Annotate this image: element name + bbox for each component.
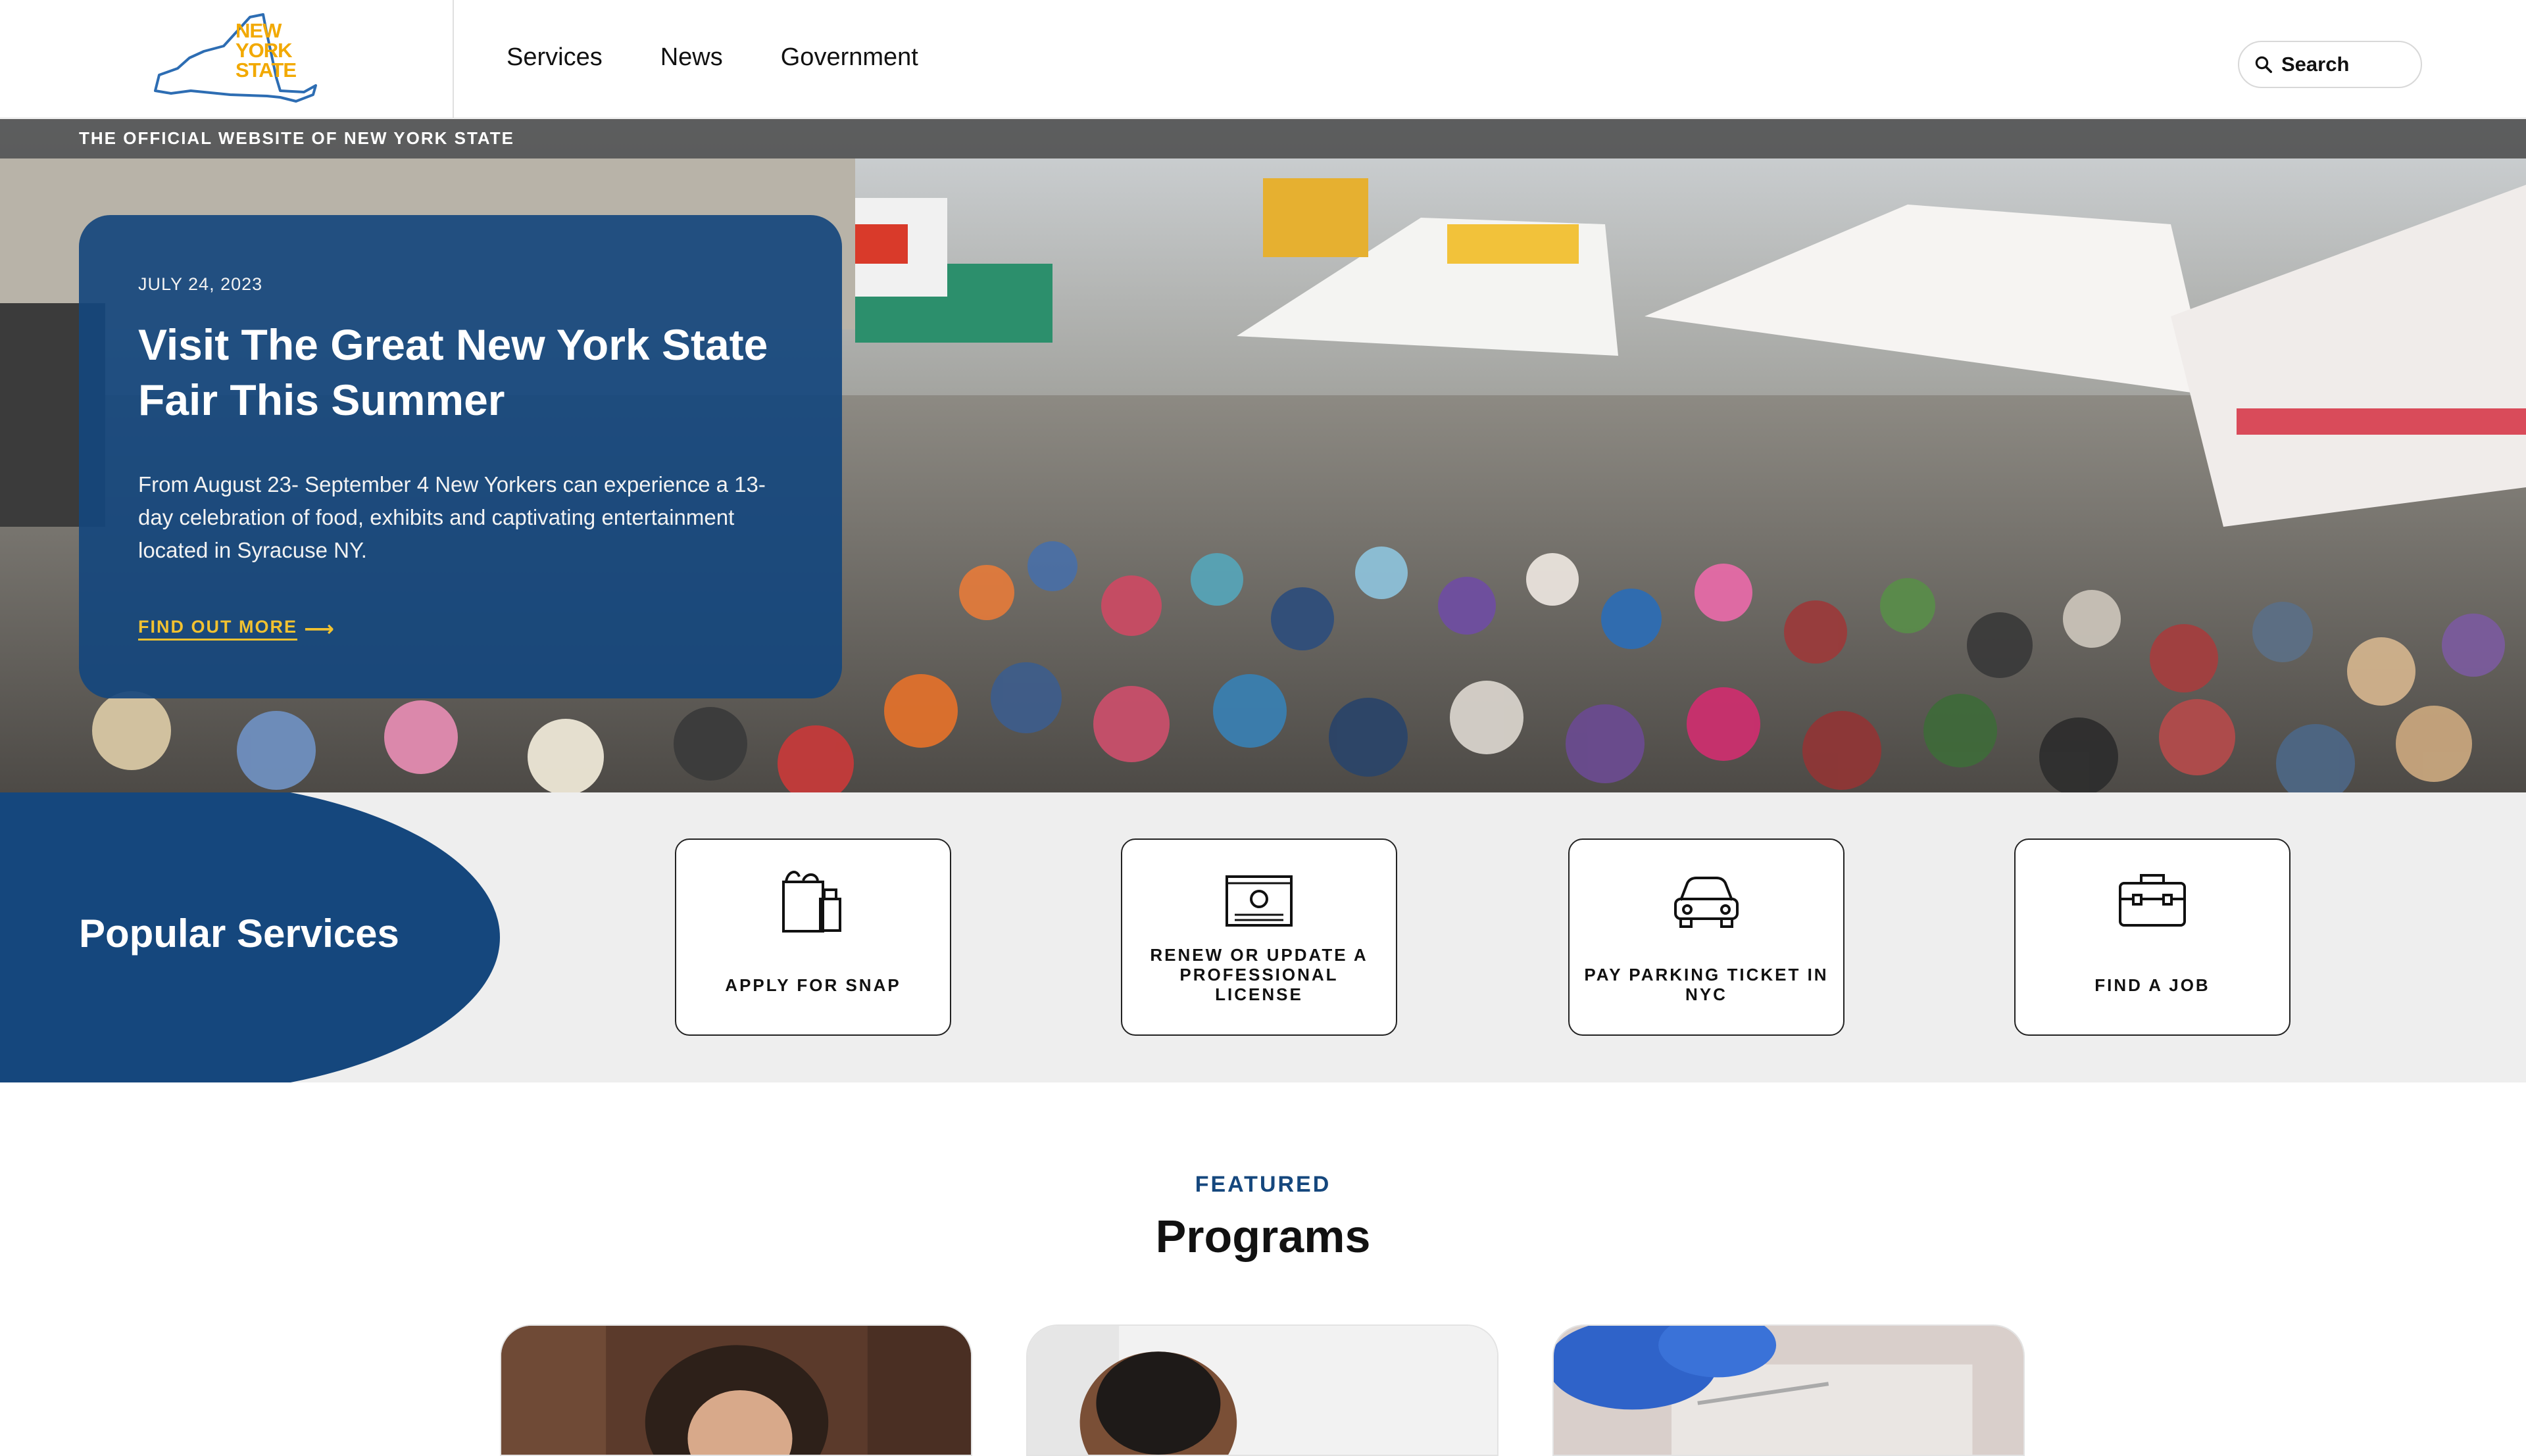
popular-services: Popular Services APPLY FOR SNAP RENEW OR… — [0, 792, 2526, 1082]
featured-eyebrow: FEATURED — [1195, 1172, 1331, 1197]
briefcase-icon — [2119, 874, 2186, 927]
logo-word-state: STATE — [235, 59, 297, 82]
service-label: RENEW OR UPDATE A PROFESSIONAL LICENSE — [1150, 945, 1368, 1004]
search-button[interactable]: Search — [2238, 41, 2422, 88]
program-card-services[interactable] — [1026, 1324, 1498, 1456]
hero-feature-card: JULY 24, 2023 Visit The Great New York S… — [79, 215, 842, 698]
service-renew-license[interactable]: RENEW OR UPDATE A PROFESSIONAL LICENSE — [1121, 838, 1397, 1036]
nav-news[interactable]: News — [660, 43, 723, 72]
service-pay-parking-ticket[interactable]: PAY PARKING TICKET IN NYC — [1568, 838, 1845, 1036]
popular-services-title: Popular Services — [79, 911, 399, 956]
service-label: APPLY FOR SNAP — [725, 975, 901, 995]
find-out-more-label: FIND OUT MORE — [138, 617, 297, 641]
main-nav: Services News Government — [507, 43, 918, 72]
program-card-testing[interactable] — [1552, 1324, 2025, 1456]
service-find-a-job[interactable]: FIND A JOB — [2014, 838, 2291, 1036]
official-website-text: THE OFFICIAL WEBSITE OF NEW YORK STATE — [79, 128, 514, 148]
service-label: PAY PARKING TICKET IN NYC — [1584, 965, 1829, 1004]
program-card-governor[interactable] — [500, 1324, 972, 1456]
site-header: NEW YORK STATE Services News Government … — [0, 0, 2526, 118]
hero-description: From August 23- September 4 New Yorkers … — [138, 472, 766, 562]
program-photo — [1554, 1326, 2023, 1455]
arrow-right-icon: ⟶ — [304, 617, 334, 641]
program-photo — [501, 1326, 971, 1455]
official-website-banner: THE OFFICIAL WEBSITE OF NEW YORK STATE — [0, 119, 2526, 158]
nys-logo[interactable]: NEW YORK STATE — [0, 0, 454, 118]
nav-government[interactable]: Government — [781, 43, 918, 72]
featured-title: Programs — [1155, 1211, 1371, 1262]
program-photo — [1028, 1326, 1497, 1455]
license-certificate-icon — [1226, 875, 1293, 927]
logo-word-york: YORK — [235, 39, 293, 62]
grocery-bag-icon — [782, 871, 841, 933]
hero-date: JULY 24, 2023 — [138, 274, 263, 294]
logo-wordmark: NEW YORK STATE — [235, 19, 297, 82]
hero-banner: THE OFFICIAL WEBSITE OF NEW YORK STATE J… — [0, 119, 2526, 792]
find-out-more-link[interactable]: FIND OUT MORE ⟶ — [138, 616, 334, 641]
hero-title[interactable]: Visit The Great New York State Fair This… — [138, 317, 783, 427]
search-icon — [2255, 56, 2272, 73]
logo-word-new: NEW — [235, 19, 282, 42]
service-apply-snap[interactable]: APPLY FOR SNAP — [675, 838, 951, 1036]
nav-services[interactable]: Services — [507, 43, 603, 72]
car-icon — [1674, 877, 1739, 928]
service-label: FIND A JOB — [2094, 975, 2210, 995]
search-label: Search — [2281, 53, 2350, 76]
